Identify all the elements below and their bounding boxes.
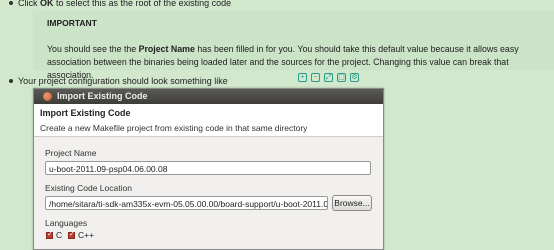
browse-button[interactable]: Browse...: [332, 195, 372, 211]
fit-icon[interactable]: ⤢: [324, 73, 333, 82]
lang-cpp-checkbox[interactable]: [68, 230, 75, 239]
bullet-icon: [9, 1, 13, 5]
instruction-step-1: Click OK to select this as the root of t…: [9, 0, 232, 8]
import-dialog: Import Existing Code Import Existing Cod…: [33, 88, 384, 250]
lang-cpp-label: C++: [78, 230, 95, 240]
expand-icon[interactable]: +: [298, 73, 307, 82]
dialog-header-desc: Create a new Makefile project from exist…: [40, 123, 308, 133]
dialog-title: Import Existing Code: [57, 91, 148, 101]
settings-icon[interactable]: ⚙: [350, 73, 359, 82]
important-note: IMPORTANT You should see the the Project…: [33, 11, 554, 80]
important-text-bold: Project Name: [138, 44, 195, 54]
image-toolbar: + − ⤢ ▢ ⚙: [298, 73, 359, 82]
step1-suffix: to select this as the root of the existi…: [53, 0, 232, 8]
dialog-titlebar: Import Existing Code: [34, 89, 383, 104]
project-name-label: Project Name: [45, 148, 97, 158]
step2-text: Your project configuration should look s…: [18, 76, 228, 86]
dialog-header-title: Import Existing Code: [40, 108, 131, 118]
step1-bold: OK: [40, 0, 54, 8]
collapse-icon[interactable]: −: [311, 73, 320, 82]
location-label: Existing Code Location: [45, 183, 132, 193]
bullet-icon: [9, 79, 13, 83]
languages-label: Languages: [45, 218, 88, 228]
app-icon: [43, 92, 52, 101]
important-text-part-1: You should see the the: [47, 44, 139, 54]
copy-icon[interactable]: ▢: [337, 73, 346, 82]
lang-c-label: C: [56, 230, 63, 240]
important-title: IMPORTANT: [47, 18, 97, 28]
location-field[interactable]: /home/sitara/ti-sdk-am335x-evm-05.05.00.…: [45, 196, 328, 210]
project-name-field[interactable]: u-boot-2011.09-psp04.06.00.08: [45, 161, 371, 175]
dialog-header: Import Existing Code Create a new Makefi…: [34, 104, 383, 137]
instruction-step-2: Your project configuration should look s…: [9, 76, 228, 86]
step1-prefix: Click: [18, 0, 40, 8]
lang-c-checkbox[interactable]: [46, 230, 53, 239]
